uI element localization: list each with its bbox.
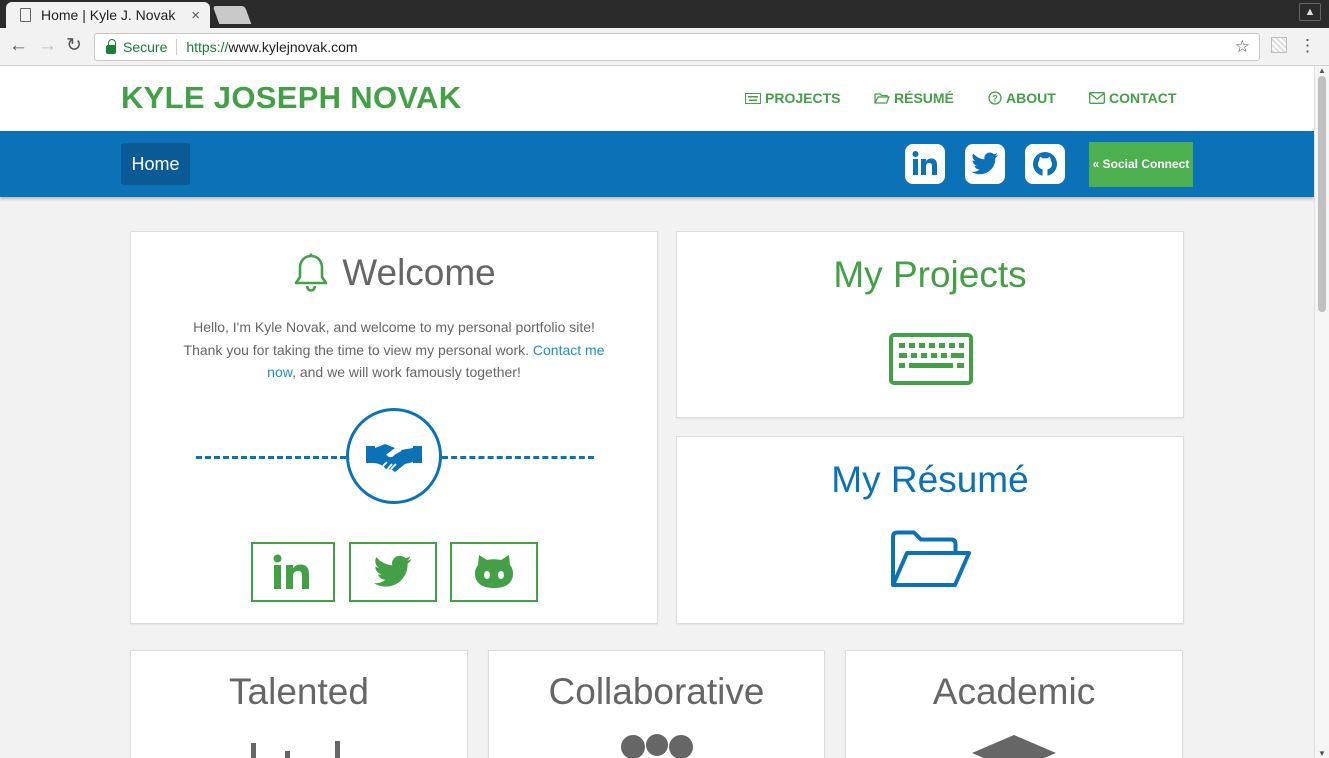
users-icon bbox=[621, 734, 693, 758]
bookmark-star-icon[interactable]: ☆ bbox=[1235, 37, 1250, 57]
github-icon bbox=[1033, 152, 1057, 176]
social-connect-button[interactable]: « Social Connect bbox=[1089, 142, 1193, 187]
lock-icon bbox=[106, 38, 116, 54]
nav-about-label: ABOUT bbox=[1006, 90, 1056, 106]
github-button[interactable] bbox=[1025, 144, 1065, 184]
nav-resume[interactable]: RÉSUMÉ bbox=[874, 90, 954, 106]
site-header: KYLE JOSEPH NOVAK PROJECTS RÉSUMÉ ? ABOU… bbox=[0, 66, 1314, 131]
home-button[interactable]: Home bbox=[121, 143, 190, 185]
github-icon bbox=[475, 555, 513, 588]
reload-icon[interactable]: ↻ bbox=[66, 36, 82, 56]
site-title[interactable]: KYLE JOSEPH NOVAK bbox=[121, 80, 461, 116]
extension-icon[interactable] bbox=[1271, 37, 1287, 53]
back-arrow-icon[interactable]: ← bbox=[9, 36, 28, 56]
nav-about[interactable]: ? ABOUT bbox=[988, 90, 1056, 106]
collaborative-title: Collaborative bbox=[548, 671, 765, 712]
keyboard-icon bbox=[889, 333, 973, 385]
nav-contact-label: CONTACT bbox=[1109, 90, 1177, 106]
address-bar[interactable]: Secure https:// www.kylejnovak.com ☆ bbox=[94, 33, 1260, 61]
talented-card: Talented bbox=[130, 650, 468, 758]
url-scheme: https:// bbox=[186, 39, 229, 55]
my-resume-card[interactable]: My Résumé bbox=[676, 436, 1184, 624]
welcome-title: Welcome bbox=[342, 252, 496, 293]
tab-title: Home | Kyle J. Novak bbox=[41, 7, 176, 23]
academic-card: Academic bbox=[845, 650, 1183, 758]
divider-right bbox=[442, 456, 594, 459]
sub-navbar: Home « Social Connect bbox=[0, 131, 1314, 197]
page-viewport: KYLE JOSEPH NOVAK PROJECTS RÉSUMÉ ? ABOU… bbox=[0, 66, 1314, 758]
graduation-cap-icon bbox=[972, 735, 1056, 758]
svg-text:?: ? bbox=[992, 94, 998, 104]
twitter-icon bbox=[373, 555, 412, 587]
my-projects-card[interactable]: My Projects bbox=[676, 231, 1184, 418]
new-tab-button[interactable] bbox=[212, 6, 252, 24]
divider-left bbox=[196, 456, 346, 459]
omnibox-divider bbox=[176, 39, 178, 55]
kebab-menu-icon[interactable]: ⋮ bbox=[1299, 37, 1316, 55]
envelope-icon bbox=[1089, 92, 1105, 104]
nav-contact[interactable]: CONTACT bbox=[1089, 90, 1176, 106]
forward-arrow-icon[interactable]: → bbox=[38, 36, 57, 56]
nav-projects-label: PROJECTS bbox=[765, 90, 841, 106]
academic-title: Academic bbox=[932, 671, 1096, 712]
bar-chart-icon bbox=[251, 741, 340, 758]
my-resume-title: My Résumé bbox=[831, 459, 1029, 500]
bell-icon bbox=[294, 253, 328, 292]
collaborative-card: Collaborative bbox=[488, 650, 825, 758]
folder-icon bbox=[874, 93, 890, 104]
tab-close-button[interactable]: × bbox=[191, 7, 200, 24]
question-circle-icon: ? bbox=[988, 91, 1002, 105]
handshake-badge bbox=[346, 408, 442, 504]
nav-projects[interactable]: PROJECTS bbox=[745, 90, 840, 106]
my-projects-title: My Projects bbox=[833, 254, 1027, 295]
welcome-text-end: , and we will work famously together! bbox=[292, 364, 521, 380]
talented-title: Talented bbox=[229, 671, 369, 712]
profile-icon[interactable]: ▲ bbox=[1299, 3, 1321, 21]
github-square-button[interactable] bbox=[450, 542, 538, 602]
welcome-card: Welcome Hello, I'm Kyle Novak, and welco… bbox=[130, 231, 658, 624]
scroll-up-arrow[interactable]: ▲ bbox=[1318, 66, 1326, 75]
welcome-heading: Welcome bbox=[131, 252, 657, 294]
handshake-icon bbox=[366, 444, 422, 472]
folder-open-icon bbox=[891, 530, 971, 587]
welcome-paragraph: Hello, I'm Kyle Novak, and welcome to my… bbox=[181, 316, 607, 384]
twitter-button[interactable] bbox=[965, 144, 1005, 184]
scroll-down-arrow[interactable]: ▼ bbox=[1318, 749, 1326, 758]
page-icon bbox=[20, 8, 31, 22]
linkedin-button[interactable] bbox=[905, 144, 945, 184]
page-scrollbar[interactable]: ▲ ▼ bbox=[1314, 66, 1329, 758]
scroll-thumb[interactable] bbox=[1318, 76, 1326, 312]
secure-label: Secure bbox=[123, 39, 168, 55]
twitter-square-button[interactable] bbox=[349, 542, 437, 602]
browser-tab-strip: Home | Kyle J. Novak × ▲ bbox=[0, 0, 1329, 28]
linkedin-square-button[interactable] bbox=[251, 542, 335, 602]
browser-toolbar: ← → ↻ Secure https:// www.kylejnovak.com… bbox=[0, 28, 1329, 66]
keyboard-icon bbox=[745, 92, 761, 104]
linkedin-icon bbox=[912, 151, 937, 175]
browser-tab[interactable]: Home | Kyle J. Novak × bbox=[6, 2, 210, 28]
nav-resume-label: RÉSUMÉ bbox=[894, 90, 954, 106]
twitter-icon bbox=[971, 152, 998, 175]
url-text: www.kylejnovak.com bbox=[228, 39, 358, 55]
linkedin-icon bbox=[273, 554, 309, 589]
